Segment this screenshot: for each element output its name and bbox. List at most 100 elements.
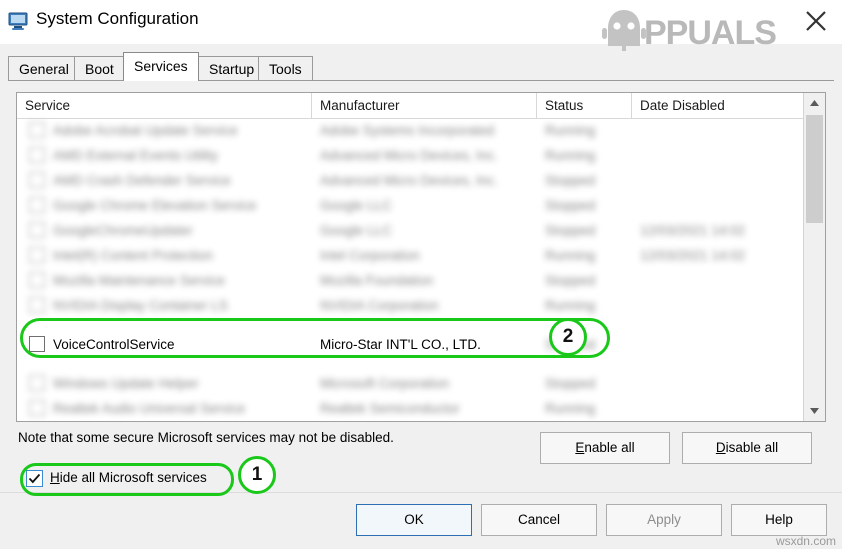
cell-status: Stopped bbox=[545, 273, 596, 288]
column-header-service[interactable]: Service bbox=[17, 93, 312, 118]
cell-date: 12/03/2021 14:02 bbox=[640, 248, 746, 263]
cell-manufacturer: Google LLC bbox=[320, 223, 393, 238]
cell-date bbox=[640, 118, 800, 143]
vertical-scrollbar[interactable] bbox=[803, 93, 825, 421]
cell-date bbox=[640, 293, 800, 318]
cell-manufacturer: Advanced Micro Devices, Inc. bbox=[320, 148, 498, 163]
services-list-header: Service Manufacturer Status Date Disable… bbox=[17, 93, 825, 119]
wsxdn-watermark: wsxdn.com bbox=[775, 534, 836, 548]
row-checkbox[interactable] bbox=[29, 147, 45, 163]
tab-services[interactable]: Services bbox=[123, 52, 199, 81]
cell-service: Adobe Acrobat Update Service bbox=[53, 123, 238, 138]
table-row[interactable]: AMD Crash Defender Service Advanced Micr… bbox=[17, 168, 803, 193]
hide-all-microsoft-services-label[interactable]: Hide all Microsoft services bbox=[50, 470, 207, 485]
apply-button: Apply bbox=[606, 504, 722, 536]
table-row[interactable]: Realtek Audio Universal Service Realtek … bbox=[17, 396, 803, 421]
tab-tools[interactable]: Tools bbox=[258, 56, 313, 80]
cell-service: Intel(R) Content Protection bbox=[53, 248, 213, 263]
cell-service: Realtek Audio Universal Service bbox=[53, 401, 246, 416]
scrollbar-thumb[interactable] bbox=[806, 115, 823, 223]
column-header-status[interactable]: Status bbox=[537, 93, 632, 118]
close-icon[interactable] bbox=[798, 4, 834, 36]
table-row[interactable]: GoogleChromeUpdater Google LLC Stopped 1… bbox=[17, 218, 803, 243]
row-checkbox[interactable] bbox=[29, 375, 45, 391]
cell-manufacturer: Realtek Semiconductor bbox=[320, 401, 460, 416]
system-config-icon bbox=[8, 10, 30, 32]
enable-all-rest: nable all bbox=[584, 440, 635, 455]
table-row[interactable]: Windows Update Helper Microsoft Corporat… bbox=[17, 371, 803, 396]
row-checkbox[interactable] bbox=[29, 197, 45, 213]
hide-ms-accel: H bbox=[50, 470, 60, 485]
cell-manufacturer: Google LLC bbox=[320, 198, 393, 213]
title-bar: System Configuration PPUALS bbox=[0, 0, 842, 52]
appuals-logo-text: PPUALS bbox=[644, 14, 777, 52]
cell-manufacturer: Microsoft Corporation bbox=[320, 376, 450, 391]
scroll-down-icon[interactable] bbox=[804, 400, 825, 421]
enable-all-button[interactable]: Enable all bbox=[540, 432, 670, 464]
cell-service: VoiceControlService bbox=[53, 337, 175, 352]
appuals-logo-mark bbox=[600, 6, 648, 57]
hide-ms-rest: ide all Microsoft services bbox=[59, 470, 207, 485]
cell-date bbox=[640, 143, 800, 168]
cell-date bbox=[640, 193, 800, 218]
cell-manufacturer: Micro-Star INT'L CO., LTD. bbox=[320, 337, 481, 352]
services-list[interactable]: Service Manufacturer Status Date Disable… bbox=[16, 92, 826, 422]
tab-general[interactable]: General bbox=[8, 56, 80, 80]
cell-service: Windows Update Helper bbox=[53, 376, 199, 391]
cell-service: AMD External Events Utility bbox=[53, 148, 219, 163]
cell-status: Stopped bbox=[545, 198, 596, 213]
cell-manufacturer: NVIDIA Corporation bbox=[320, 298, 439, 313]
cell-date: 12/03/2021 14:02 bbox=[640, 223, 746, 238]
dialog-button-bar: OK Cancel Apply Help wsxdn.com bbox=[0, 492, 842, 549]
disable-all-rest: isable all bbox=[725, 440, 779, 455]
tab-startup[interactable]: Startup bbox=[198, 56, 266, 80]
row-checkbox-voicecontrolservice[interactable] bbox=[29, 336, 45, 352]
hide-all-microsoft-services-row[interactable]: Hide all Microsoft services bbox=[20, 463, 234, 495]
step-badge-1: 1 bbox=[238, 456, 276, 494]
cell-status: Running bbox=[545, 401, 596, 416]
row-checkbox[interactable] bbox=[29, 222, 45, 238]
tab-boot[interactable]: Boot bbox=[74, 56, 125, 80]
table-row[interactable]: Intel(R) Content Protection Intel Corpor… bbox=[17, 243, 803, 268]
scroll-up-icon[interactable] bbox=[804, 93, 825, 114]
table-row[interactable]: Google Chrome Elevation Service Google L… bbox=[17, 193, 803, 218]
table-row[interactable]: Adobe Acrobat Update Service Adobe Syste… bbox=[17, 118, 803, 143]
cell-status: Running bbox=[545, 148, 596, 163]
row-checkbox[interactable] bbox=[29, 172, 45, 188]
ok-button[interactable]: OK bbox=[356, 504, 472, 536]
enable-all-accel: E bbox=[575, 440, 585, 455]
cell-status: Stopped bbox=[545, 337, 596, 352]
tab-strip: General Boot Services Startup Tools bbox=[8, 52, 834, 81]
table-row[interactable]: AMD External Events Utility Advanced Mic… bbox=[17, 143, 803, 168]
cell-date bbox=[640, 371, 800, 396]
column-header-manufacturer[interactable]: Manufacturer bbox=[312, 93, 537, 118]
cell-service: Mozilla Maintenance Service bbox=[53, 273, 225, 288]
row-checkbox[interactable] bbox=[29, 122, 45, 138]
secure-services-note: Note that some secure Microsoft services… bbox=[18, 430, 394, 445]
window-title: System Configuration bbox=[36, 9, 199, 28]
cell-date bbox=[640, 268, 800, 293]
help-button[interactable]: Help bbox=[731, 504, 827, 536]
cell-manufacturer: Adobe Systems Incorporated bbox=[320, 123, 495, 138]
cell-service: NVIDIA Display Container LS bbox=[53, 298, 228, 313]
cell-status: Running bbox=[545, 123, 596, 138]
row-checkbox[interactable] bbox=[29, 272, 45, 288]
table-row-voicecontrolservice[interactable]: VoiceControlService Micro-Star INT'L CO.… bbox=[17, 332, 803, 357]
cancel-button[interactable]: Cancel bbox=[481, 504, 597, 536]
cell-manufacturer: Advanced Micro Devices, Inc. bbox=[320, 173, 498, 188]
cell-status: Stopped bbox=[545, 376, 596, 391]
system-configuration-window: System Configuration PPUALS General Boot… bbox=[0, 0, 842, 549]
hide-all-microsoft-services-checkbox[interactable] bbox=[26, 470, 43, 487]
table-row[interactable]: Mozilla Maintenance Service Mozilla Foun… bbox=[17, 268, 803, 293]
row-checkbox[interactable] bbox=[29, 400, 45, 416]
table-row[interactable]: NVIDIA Display Container LS NVIDIA Corpo… bbox=[17, 293, 803, 318]
cell-status: Running bbox=[545, 248, 596, 263]
disable-all-button[interactable]: Disable all bbox=[682, 432, 812, 464]
row-checkbox[interactable] bbox=[29, 247, 45, 263]
column-header-date-disabled[interactable]: Date Disabled bbox=[632, 93, 803, 118]
cell-status: Stopped bbox=[545, 173, 596, 188]
row-checkbox[interactable] bbox=[29, 297, 45, 313]
cell-service: GoogleChromeUpdater bbox=[53, 223, 193, 238]
disable-all-accel: D bbox=[715, 440, 726, 455]
cell-status: Running bbox=[545, 298, 596, 313]
